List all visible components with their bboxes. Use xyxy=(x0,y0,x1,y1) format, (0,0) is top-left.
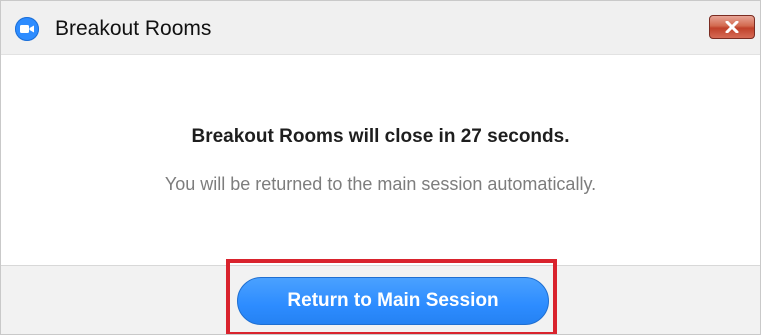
return-message: You will be returned to the main session… xyxy=(164,174,597,194)
zoom-camera-icon xyxy=(15,17,39,41)
dialog-body: Breakout Rooms will close in 27 seconds.… xyxy=(1,55,760,265)
window-title: Breakout Rooms xyxy=(55,17,212,40)
title-bar[interactable]: Breakout Rooms xyxy=(1,1,760,55)
countdown-headline: Breakout Rooms will close in 27 seconds. xyxy=(191,126,570,147)
breakout-rooms-dialog: Breakout Rooms Breakout Rooms will close… xyxy=(0,0,761,335)
return-to-main-session-button[interactable]: Return to Main Session xyxy=(237,277,549,325)
close-button[interactable] xyxy=(709,15,755,39)
close-icon xyxy=(725,21,739,33)
